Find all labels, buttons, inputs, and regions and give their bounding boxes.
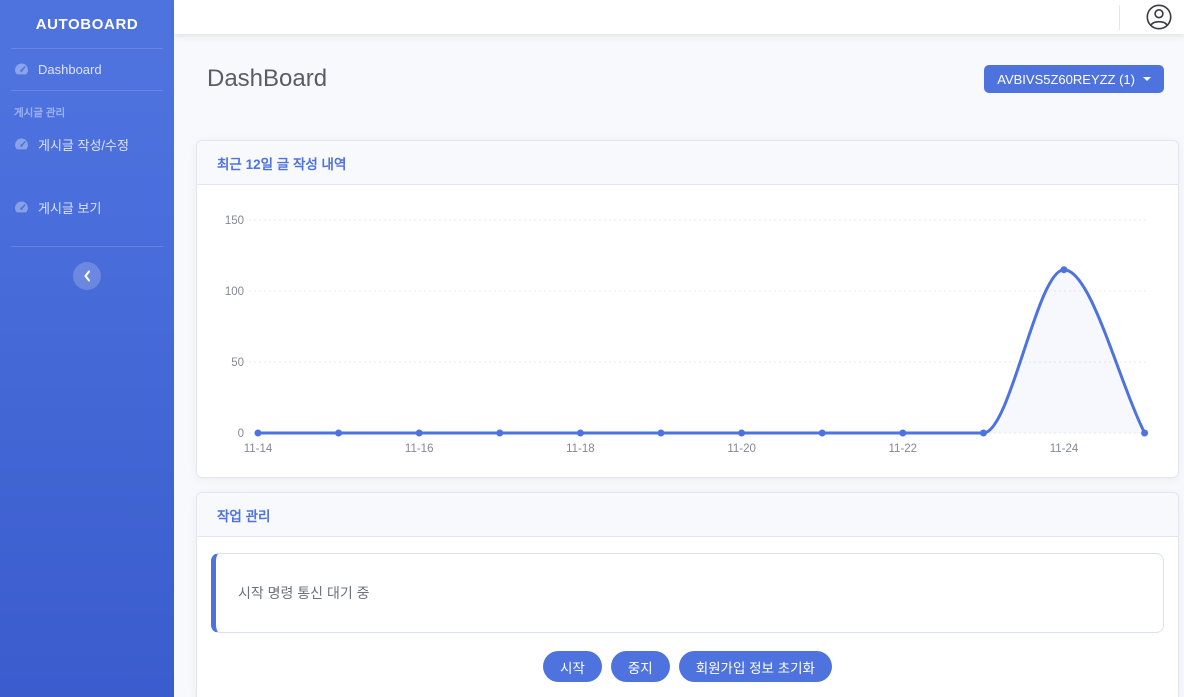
tachometer-icon xyxy=(14,200,29,215)
page-title: DashBoard xyxy=(207,65,327,93)
brand-logo[interactable]: AUTOBOARD xyxy=(0,0,174,48)
svg-text:11-24: 11-24 xyxy=(1050,443,1079,455)
topbar-divider xyxy=(1119,5,1120,30)
reset-signup-info-button[interactable]: 회원가입 정보 초기화 xyxy=(679,651,832,682)
recent-posts-chart: 0 50 100 150 11-14 11-16 11-18 11-20 11-22 11-24 xyxy=(197,185,1178,477)
page-content: DashBoard AVBIVS5Z60REYZZ (1) 최근 12일 글 작… xyxy=(174,34,1184,697)
job-management-card-header: 작업 관리 xyxy=(197,493,1178,537)
caret-down-icon xyxy=(1143,77,1151,81)
sidebar-item-label: 게시글 보기 xyxy=(38,198,101,217)
sidebar-section-heading: 게시글 관리 xyxy=(0,91,174,122)
recent-posts-card-title: 최근 12일 글 작성 내역 xyxy=(217,153,346,173)
svg-text:11-20: 11-20 xyxy=(727,443,756,455)
svg-text:50: 50 xyxy=(231,357,244,369)
tachometer-icon xyxy=(14,62,29,77)
svg-text:11-22: 11-22 xyxy=(889,443,918,455)
svg-text:150: 150 xyxy=(225,215,244,227)
sidebar-item-label: Dashboard xyxy=(38,62,102,77)
sidebar-item-post-view[interactable]: 게시글 보기 xyxy=(0,185,174,230)
start-button[interactable]: 시작 xyxy=(543,651,602,682)
sidebar-toggle-button[interactable] xyxy=(73,262,101,290)
svg-text:11-14: 11-14 xyxy=(244,443,273,455)
job-status-message: 시작 명령 통신 대기 중 xyxy=(238,583,369,603)
tachometer-icon xyxy=(14,137,29,152)
sidebar-item-post-write-edit[interactable]: 게시글 작성/수정 xyxy=(0,122,174,167)
user-menu-button[interactable] xyxy=(1142,0,1176,34)
job-button-row: 시작 중지 회원가입 정보 초기화 xyxy=(211,651,1164,682)
sidebar-divider xyxy=(11,246,163,247)
recent-posts-card-header: 최근 12일 글 작성 내역 xyxy=(197,141,1178,185)
svg-text:11-16: 11-16 xyxy=(405,443,434,455)
account-dropdown-button[interactable]: AVBIVS5Z60REYZZ (1) xyxy=(984,65,1164,93)
main-area: DashBoard AVBIVS5Z60REYZZ (1) 최근 12일 글 작… xyxy=(174,0,1184,697)
sidebar-item-dashboard[interactable]: Dashboard xyxy=(0,49,174,90)
job-management-card: 작업 관리 시작 명령 통신 대기 중 시작 중지 회원가입 정보 초기화 xyxy=(196,492,1179,697)
stop-button[interactable]: 중지 xyxy=(611,651,670,682)
line-chart-canvas: 0 50 100 150 11-14 11-16 11-18 11-20 11-22 11-24 xyxy=(197,185,1181,477)
svg-text:0: 0 xyxy=(238,428,244,440)
job-status-box: 시작 명령 통신 대기 중 xyxy=(211,553,1164,633)
sidebar: AUTOBOARD Dashboard 게시글 관리 게시글 작성/수정 xyxy=(0,0,174,697)
svg-text:11-18: 11-18 xyxy=(566,443,595,455)
account-dropdown-label: AVBIVS5Z60REYZZ (1) xyxy=(997,72,1135,87)
chevron-left-icon xyxy=(83,270,91,282)
topbar xyxy=(174,0,1184,34)
sidebar-item-label: 게시글 작성/수정 xyxy=(38,135,129,154)
svg-text:100: 100 xyxy=(225,286,244,298)
person-circle-icon xyxy=(1146,4,1172,30)
recent-posts-card: 최근 12일 글 작성 내역 0 50 100 150 11-14 11-16 11-18 1… xyxy=(196,140,1179,478)
job-management-card-title: 작업 관리 xyxy=(217,505,270,525)
